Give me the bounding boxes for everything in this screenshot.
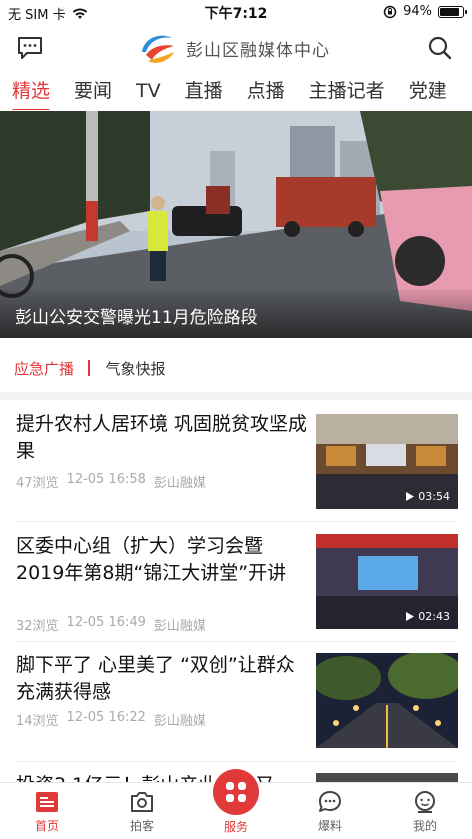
app-header: 彭山区融媒体中心 xyxy=(0,26,472,70)
user-icon xyxy=(415,791,435,813)
service-icon xyxy=(226,782,246,802)
bottom-tab-bar: 首页 拍客 服务 爆料 我的 xyxy=(0,769,472,839)
subnav-weather[interactable]: 气象快报 xyxy=(92,358,166,379)
tabbar-mine-label: 我的 xyxy=(412,819,437,833)
news-title: 脚下平了 心里美了 “双创”让群众充满获得感 xyxy=(16,654,295,703)
news-meta: 47浏览 12-05 16:58 彭山融媒 xyxy=(16,472,206,491)
section-divider xyxy=(0,392,472,400)
tabbar-report-label: 爆料 xyxy=(317,819,342,833)
news-title: 提升农村人居环境 巩固脱贫攻坚成果 xyxy=(16,413,308,462)
news-source: 彭山融媒 xyxy=(153,619,206,634)
play-icon xyxy=(406,612,415,621)
hero-banner[interactable]: 彭山公安交警曝光11月危险路段 xyxy=(0,111,472,338)
news-title: 投资3.1亿元！彭山产业新城又 xyxy=(16,772,308,782)
duration-text: 02:43 xyxy=(418,610,450,623)
category-tabs: 精选 要闻 TV 直播 点播 主播记者 党建 xyxy=(0,76,472,110)
night-street-image xyxy=(316,653,458,748)
tab-anchors[interactable]: 主播记者 xyxy=(297,76,397,106)
camera-icon xyxy=(131,792,153,812)
play-icon xyxy=(406,492,415,501)
subnav-emergency-broadcast[interactable]: 应急广播 xyxy=(0,358,74,379)
tabbar-mine[interactable]: 我的 xyxy=(385,789,465,834)
news-thumbnail: 03:54 xyxy=(316,414,458,509)
tab-on-demand[interactable]: 点播 xyxy=(235,76,297,106)
news-views: 32浏览 xyxy=(16,619,59,634)
video-duration: 02:43 xyxy=(406,610,450,623)
news-source: 彭山融媒 xyxy=(153,714,206,729)
battery-percent: 94% xyxy=(403,4,432,19)
app-title: 彭山区融媒体中心 xyxy=(186,40,330,61)
video-duration: 03:54 xyxy=(406,490,450,503)
news-time: 12-05 16:58 xyxy=(66,472,146,487)
news-thumbnail xyxy=(316,773,458,782)
news-time: 12-05 16:49 xyxy=(66,615,146,630)
news-item[interactable]: 提升农村人居环境 巩固脱贫攻坚成果 47浏览 12-05 16:58 彭山融媒 … xyxy=(0,400,472,522)
search-icon[interactable] xyxy=(426,34,454,62)
tabbar-service-label: 服务 xyxy=(223,820,248,834)
news-item[interactable]: 脚下平了 心里美了 “双创”让群众充满获得感 14浏览 12-05 16:22 … xyxy=(0,642,472,762)
tabbar-service-button[interactable] xyxy=(213,769,259,815)
news-thumbnail xyxy=(316,653,458,748)
tab-featured[interactable]: 精选 xyxy=(0,76,62,110)
message-icon[interactable] xyxy=(16,34,44,62)
news-time: 12-05 16:22 xyxy=(66,710,146,725)
home-icon xyxy=(36,792,58,812)
status-bar: 无 SIM 卡 下午7:12 94% xyxy=(0,0,472,24)
tabbar-report[interactable]: 爆料 xyxy=(290,789,370,834)
rotation-lock-icon xyxy=(383,5,397,18)
news-source: 彭山融媒 xyxy=(153,476,206,491)
sub-nav: 应急广播 气象快报 xyxy=(0,350,472,386)
tabbar-home[interactable]: 首页 xyxy=(7,789,87,834)
news-views: 47浏览 xyxy=(16,476,59,491)
news-thumbnail: 02:43 xyxy=(316,534,458,629)
tabbar-home-label: 首页 xyxy=(34,819,59,833)
tab-tv[interactable]: TV xyxy=(124,76,173,106)
banner-caption: 彭山公安交警曝光11月危险路段 xyxy=(15,308,258,328)
battery-fill xyxy=(440,7,459,16)
battery-icon xyxy=(438,5,467,18)
subnav-separator xyxy=(88,360,90,376)
duration-text: 03:54 xyxy=(418,490,450,503)
tabbar-snap-label: 拍客 xyxy=(129,819,154,833)
logo-icon xyxy=(142,35,174,63)
news-title: 区委中心组（扩大）学习会暨2019年第8期“锦江大讲堂”开讲 xyxy=(16,535,287,584)
tab-live[interactable]: 直播 xyxy=(173,76,235,106)
news-views: 14浏览 xyxy=(16,714,59,729)
brand: 彭山区融媒体中心 xyxy=(138,28,330,68)
tabbar-snap[interactable]: 拍客 xyxy=(102,789,182,834)
tab-party[interactable]: 党建 xyxy=(397,76,459,106)
news-meta: 32浏览 12-05 16:49 彭山融媒 xyxy=(16,615,206,634)
news-meta: 14浏览 12-05 16:22 彭山融媒 xyxy=(16,710,206,729)
tab-news[interactable]: 要闻 xyxy=(62,76,124,106)
news-item[interactable]: 区委中心组（扩大）学习会暨2019年第8期“锦江大讲堂”开讲 32浏览 12-0… xyxy=(0,522,472,642)
chat-bubble-icon xyxy=(319,791,341,812)
